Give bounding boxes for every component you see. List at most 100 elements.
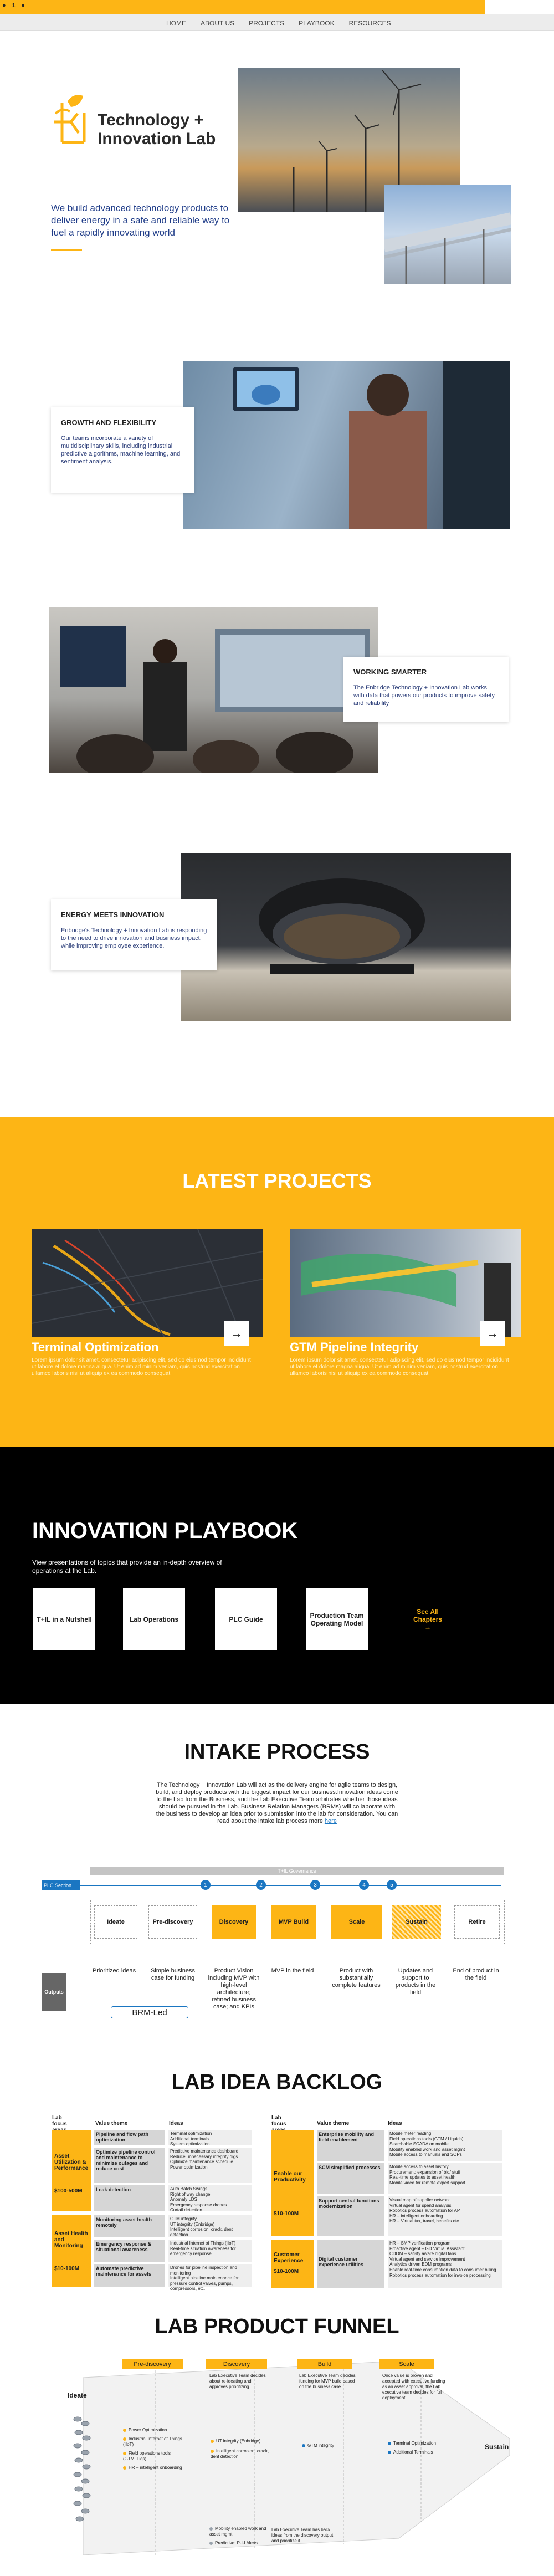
value-theme: SCM simplified processes [317, 2163, 384, 2194]
ideas-list: Industrial Internet of Things (IIoT) Real… [168, 2240, 252, 2262]
playbook-tile[interactable]: Production Team Operating Model [306, 1588, 368, 1650]
predisc-items: Power Optimization Industrial Internet o… [123, 2427, 182, 2470]
scale-items: Terminal Optimization Additional Termina… [388, 2441, 449, 2455]
feature-card-energy: ENERGY MEETS INNOVATION Enbridge's Techn… [51, 899, 217, 970]
phase-scale: Scale [331, 1905, 382, 1939]
project-title[interactable]: Terminal Optimization [32, 1340, 158, 1355]
value-theme: Support central functions modernization [317, 2196, 384, 2236]
value-theme: Leak detection [94, 2185, 165, 2211]
backlog-heading: LAB IDEA BACKLOG [171, 2071, 383, 2094]
output-text: Simple business case for funding [150, 1967, 196, 1981]
output-text: Updates and support to products in the f… [395, 1967, 436, 1996]
ideas-list: HR – SMP verification program Proactive a… [388, 2240, 502, 2288]
plc-section-label: PLC Section [42, 1880, 80, 1890]
feature-body: Enbridge's Technology + Innovation Lab i… [61, 927, 207, 949]
funnel-note: Lab Executive Team decides about re-idea… [209, 2373, 266, 2389]
focus-area-customer-experience: Customer Experience $10-100M [271, 2240, 314, 2288]
output-text: Product Vision including MVP with high-l… [208, 1967, 260, 2010]
output-text: Product with substantially complete feat… [332, 1967, 381, 1989]
feature-body: Our teams incorporate a variety of multi… [61, 435, 181, 465]
phase-pre-discovery: Pre-discovery [148, 1905, 197, 1939]
value-theme: Digital customer experience utilities [317, 2240, 384, 2288]
value-theme: Emergency response & situational awarene… [94, 2240, 165, 2262]
funnel-note: Lab Executive Team decides funding for M… [299, 2373, 356, 2389]
ideas-list: Mobile access to asset history Procuremen… [388, 2163, 502, 2194]
gtm-next-arrow[interactable]: → [480, 1321, 505, 1346]
feature-title: ENERGY MEETS INNOVATION [61, 911, 165, 919]
bottom-note: Lab Executive Team has back ideas from t… [271, 2527, 334, 2543]
value-theme: Automate predictive maintenance for asse… [94, 2264, 165, 2287]
projects-heading: LATEST PROJECTS [182, 1169, 372, 1192]
ideas-list: Predictive maintenance dashboard Reduce u… [168, 2148, 252, 2183]
lab-logo-icon [51, 91, 95, 152]
main-nav: HOME ABOUT US PROJECTS PLAYBOOK RESOURCE… [0, 14, 554, 31]
see-all-chapters-link[interactable]: See All Chapters → [397, 1588, 459, 1650]
arrow-right-icon: → [424, 1623, 431, 1631]
hololens-photo [181, 853, 511, 1021]
backlog-col-value: Value theme [95, 2120, 128, 2127]
phase-discovery: Discovery [212, 1905, 256, 1939]
ideas-list: Visual map of supplier network Virtual ag… [388, 2196, 502, 2236]
build-items: GTM integrity [302, 2443, 357, 2449]
feature-card-working-smarter: WORKING SMARTER The Enbridge Technology … [343, 657, 509, 722]
bottom-items: Mobility enabled work and asset mgmt Pre… [209, 2526, 266, 2546]
pipeline-photo [384, 185, 511, 284]
intake-here-link[interactable]: here [325, 1818, 337, 1824]
brm-led-label: BRM-Led [111, 2006, 188, 2018]
project-body: Lorem ipsum dolor sit amet, consectetur … [32, 1357, 251, 1377]
innovation-playbook-section: INNOVATION PLAYBOOK View presentations o… [0, 1447, 554, 1704]
funnel-sustain-label: Sustain [485, 2443, 509, 2451]
tablet-demo-photo [183, 361, 510, 529]
playbook-tile[interactable]: Lab Operations [123, 1588, 185, 1650]
outputs-label: Outputs [42, 1973, 66, 2011]
terminal-next-arrow[interactable]: → [224, 1321, 249, 1346]
feature-title: GROWTH AND FLEXIBILITY [61, 418, 157, 427]
nav-item-projects[interactable]: PROJECTS [249, 19, 284, 27]
phase-sustain: Sustain [392, 1905, 441, 1939]
focus-area-asset-utilization: Asset Utilization & Performance $100-500… [52, 2130, 91, 2211]
playbook-tile[interactable]: PLC Guide [215, 1588, 277, 1650]
focus-area-productivity: Enable our Productivity $10-100M [271, 2130, 314, 2236]
ideas-list: GTM integrity UT integrity (Enbridge) Inte… [168, 2215, 252, 2237]
phase-retire: Retire [454, 1905, 500, 1939]
step-number: 1 [201, 1880, 211, 1890]
plc-line [80, 1885, 501, 1886]
project-body: Lorem ipsum dolor sit amet, consectetur … [290, 1357, 509, 1377]
see-all-label: See All Chapters [413, 1608, 442, 1623]
focus-area-asset-health: Asset Health and Monitoring $10-100M [52, 2215, 91, 2287]
hero-accent-rule [51, 249, 82, 251]
playbook-subtitle: View presentations of topics that provid… [32, 1558, 222, 1575]
value-theme: Enterprise mobility and field enablement [317, 2130, 384, 2161]
value-theme: Monitoring asset health remotely [94, 2215, 165, 2237]
output-text: Prioritized ideas [92, 1967, 136, 1974]
backlog-col-value: Value theme [317, 2120, 350, 2127]
output-text: MVP in the field [271, 1967, 314, 1974]
ideas-list: Mobile meter reading Field operations too… [388, 2130, 502, 2161]
top-accent-bar: ● 1 ● [0, 0, 485, 14]
intake-body: The Technology + Innovation Lab will act… [156, 1782, 398, 1824]
project-title[interactable]: GTM Pipeline Integrity [290, 1340, 418, 1355]
governance-bar: T+IL Governance [90, 1867, 504, 1875]
nav-item-playbook[interactable]: PLAYBOOK [299, 19, 334, 27]
nav-item-about-us[interactable]: ABOUT US [201, 19, 234, 27]
ideas-list: Auto Batch Swings Right of way change Anom… [168, 2185, 252, 2212]
nav-item-resources[interactable]: RESOURCES [349, 19, 391, 27]
playbook-tile[interactable]: T+IL in a Nutshell [33, 1588, 95, 1650]
hero-tagline: We build advanced technology products to… [51, 203, 230, 238]
funnel-note: Once value is proven and accepted with e… [382, 2373, 445, 2400]
playbook-heading: INNOVATION PLAYBOOK [32, 1519, 298, 1543]
backlog-col-ideas: Ideas [388, 2120, 402, 2127]
disc-items: UT integrity (Enbridge) Intelligent corr… [211, 2439, 269, 2459]
funnel-heading: LAB PRODUCT FUNNEL [155, 2315, 399, 2338]
nav-item-home[interactable]: HOME [166, 19, 186, 27]
logo-wordmark: Technology + Innovation Lab [98, 111, 216, 148]
value-theme: Pipeline and flow path optimization [94, 2130, 165, 2145]
ideas-cluster [71, 2408, 93, 2530]
value-theme: Optimize pipeline control and maintenanc… [94, 2148, 165, 2183]
phase-ideate: Ideate [94, 1905, 137, 1939]
ideas-list: Terminal optimization Additional terminal… [168, 2130, 252, 2146]
step-number: 5 [387, 1880, 397, 1890]
slide-indicator: ● 1 ● [2, 3, 27, 9]
intake-heading: INTAKE PROCESS [184, 1740, 370, 1764]
presentation-photo [49, 607, 378, 773]
